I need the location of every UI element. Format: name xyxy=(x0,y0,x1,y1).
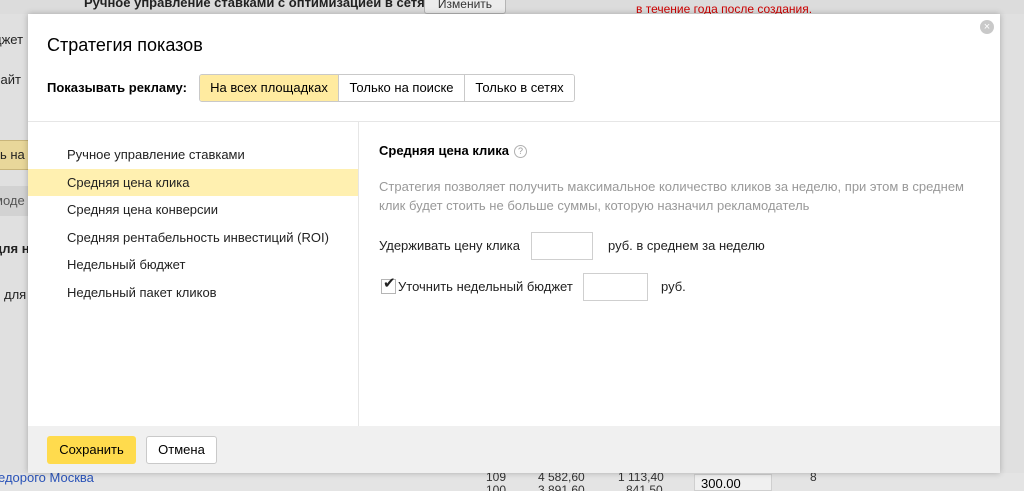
close-icon[interactable]: × xyxy=(980,20,994,34)
header-divider xyxy=(28,121,1000,122)
cancel-button[interactable]: Отмена xyxy=(146,436,217,464)
bg-fragment: для н xyxy=(0,241,30,256)
bg-fragment: джет xyxy=(0,32,24,47)
bg-cell: 3 891,60 xyxy=(538,483,585,491)
tab-networks-only[interactable]: Только в сетях xyxy=(464,75,574,101)
save-button[interactable]: Сохранить xyxy=(47,436,136,464)
strategy-detail: Средняя цена клика? Стратегия позволяет … xyxy=(379,141,979,301)
hold-price-label: Удерживать цену клика xyxy=(379,238,520,253)
strategy-item-weekly-budget[interactable]: Недельный бюджет xyxy=(28,251,358,279)
refine-budget-label[interactable]: Уточнить недельный бюджет xyxy=(398,279,573,294)
refine-budget-unit: руб. xyxy=(661,279,686,294)
strategy-item-click-package[interactable]: Недельный пакет кликов xyxy=(28,279,358,307)
refine-budget-checkbox[interactable]: ✔ xyxy=(381,275,396,294)
detail-title: Средняя цена клика? xyxy=(379,143,979,158)
help-icon[interactable]: ? xyxy=(514,145,528,158)
bg-bottom-row xyxy=(0,473,1024,491)
bg-cell: 841,50 xyxy=(626,483,663,491)
bg-fragment: для xyxy=(4,287,27,302)
strategy-dialog: × Стратегия показов Показывать рекламу: … xyxy=(28,14,1000,473)
strategy-item-avg-cpa[interactable]: Средняя цена конверсии xyxy=(28,196,358,224)
bg-right-strip xyxy=(1000,14,1024,473)
placement-tabs: На всех площадках Только на поиске Тольк… xyxy=(199,74,575,102)
column-divider xyxy=(358,122,359,426)
strategy-item-avg-cpc[interactable]: Средняя цена клика xyxy=(28,168,358,196)
dialog-title: Стратегия показов xyxy=(47,35,203,55)
tab-search-only[interactable]: Только на поиске xyxy=(338,75,464,101)
checkmark-icon: ✔ xyxy=(383,275,396,292)
bg-strategy-text: Ручное управление ставками с оптимизацие… xyxy=(84,0,432,10)
bg-value-box: 300.00 xyxy=(694,474,772,491)
bg-cell: 100 xyxy=(486,483,507,491)
dialog-footer: Сохранить Отмена xyxy=(28,426,1000,473)
strategy-item-manual[interactable]: Ручное управление ставками xyxy=(28,141,358,169)
detail-title-text: Средняя цена клика xyxy=(379,143,510,158)
bg-fragment: ть на xyxy=(0,147,25,162)
hold-price-input[interactable] xyxy=(531,232,593,260)
detail-description: Стратегия позволяет получить максимально… xyxy=(379,179,964,213)
strategy-list: Ручное управление ставками Средняя цена … xyxy=(28,141,358,306)
bg-fragment: моде xyxy=(0,193,25,208)
strategy-item-roi[interactable]: Средняя рентабельность инвестиций (ROI) xyxy=(28,224,358,252)
show-ads-label: Показывать рекламу: xyxy=(47,80,187,95)
bg-change-button: Изменить xyxy=(424,0,506,14)
refine-budget-input[interactable] xyxy=(583,273,648,301)
bg-fragment: сайт xyxy=(0,72,21,87)
tab-all-placements[interactable]: На всех площадках xyxy=(200,75,338,101)
hold-price-unit: руб. в среднем за неделю xyxy=(608,238,765,253)
